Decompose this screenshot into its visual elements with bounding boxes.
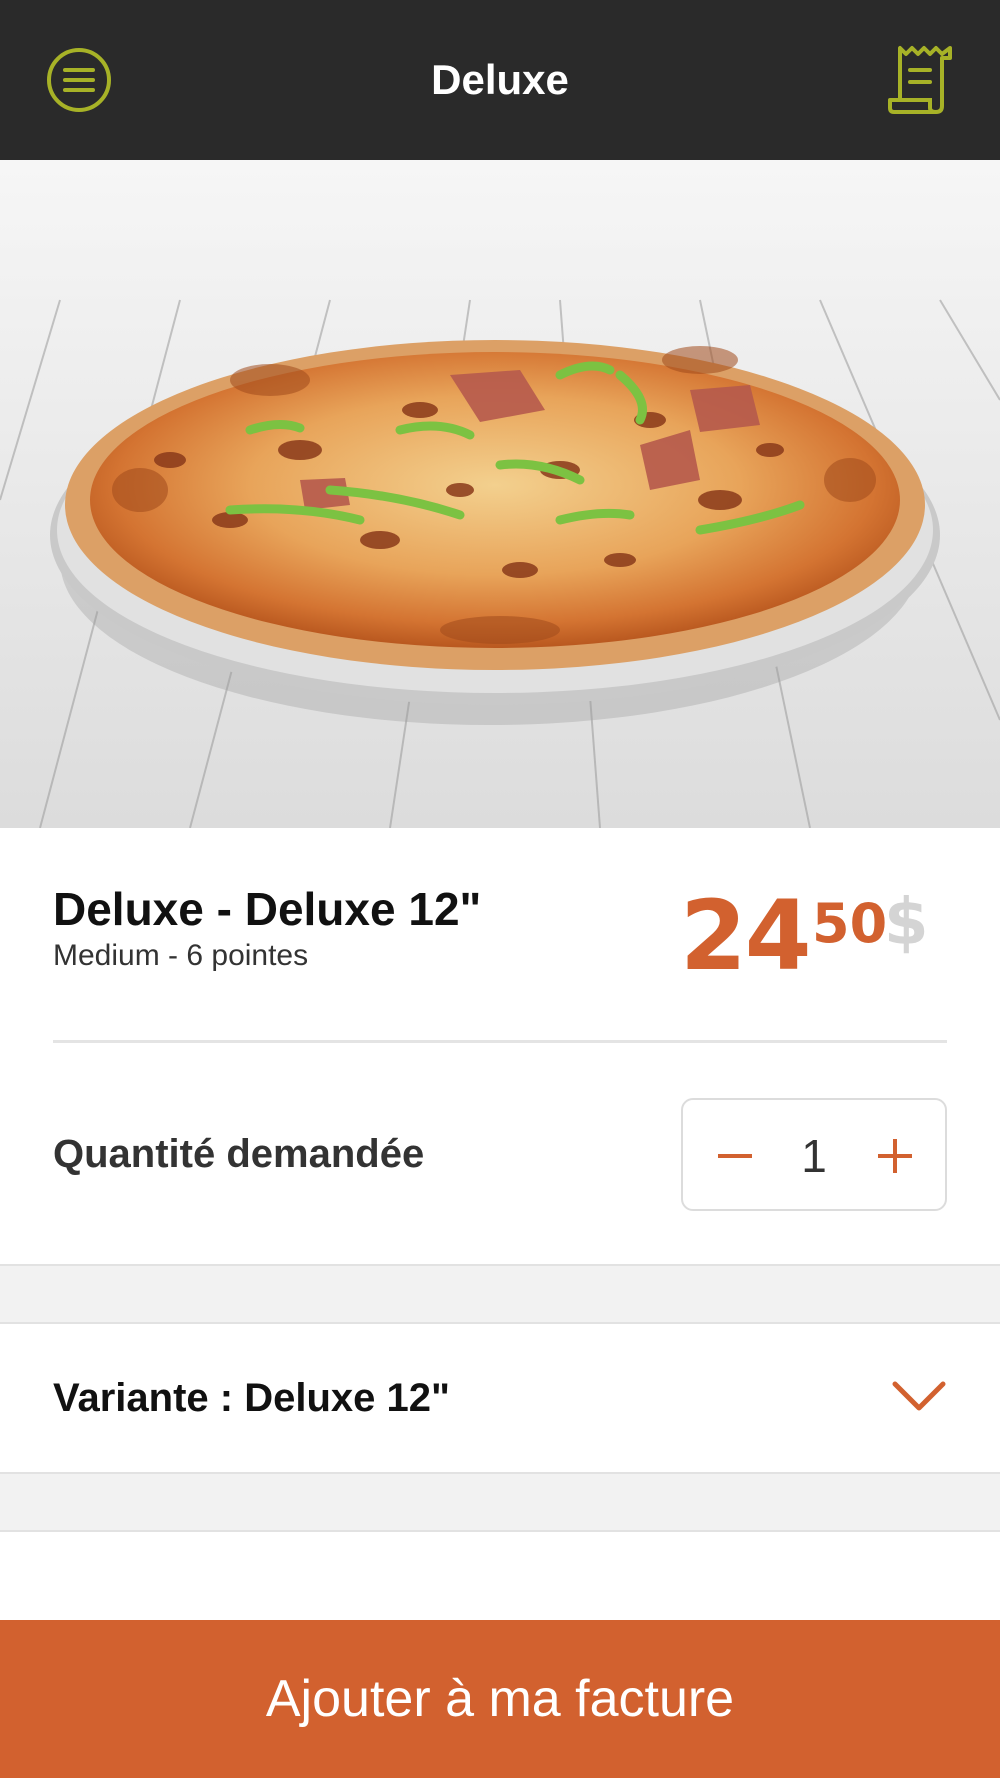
quantity-label: Quantité demandée [53,1132,425,1176]
quantity-stepper: 1 [681,1098,947,1211]
price-integer: 24 [680,880,812,992]
divider [53,1040,947,1043]
product-name: Deluxe - Deluxe 12" [53,883,482,935]
add-to-bill-button[interactable]: Ajouter à ma facture [0,1620,1000,1778]
quantity-value: 1 [801,1130,827,1182]
variant-label: Variante : Deluxe 12" [53,1376,450,1420]
product-image [0,160,1000,828]
section-separator [0,1472,1000,1532]
product-subtitle: Medium - 6 pointes [53,939,309,972]
page-title: Deluxe [431,56,569,103]
price-decimal: 50 [812,892,888,955]
minus-icon[interactable] [705,1126,765,1186]
receipt-icon[interactable] [886,44,954,116]
variant-selector[interactable]: Variante : Deluxe 12" [0,1324,1000,1472]
plus-icon[interactable] [865,1126,925,1186]
section-separator [0,1264,1000,1324]
chevron-down-icon [890,1374,948,1420]
app-header: Deluxe [0,0,1000,160]
price-currency: $ [884,886,929,960]
